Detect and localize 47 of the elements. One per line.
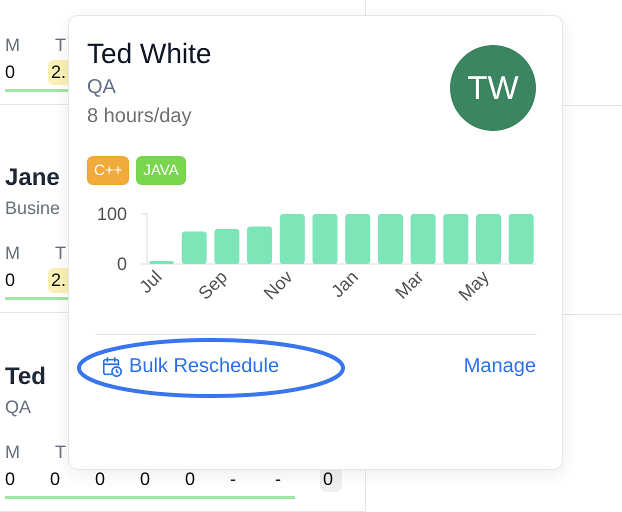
hours-value: 0	[185, 468, 196, 491]
weekday-label: T	[55, 243, 67, 264]
bar	[182, 232, 207, 264]
weekday-label: M	[5, 35, 21, 56]
x-tick-label: Mar	[391, 266, 428, 303]
bar	[508, 214, 534, 264]
hours-value: 0	[95, 468, 106, 491]
weekday-label: M	[5, 442, 21, 463]
person-role: QA	[5, 397, 32, 418]
bar	[312, 214, 338, 264]
hours-value: 0	[5, 269, 16, 292]
hours-value: 0	[140, 468, 152, 491]
bar	[476, 214, 501, 264]
x-tick-label: Jan	[327, 266, 362, 302]
calendar-clock-icon	[101, 356, 123, 378]
manage-link[interactable]: Manage	[464, 355, 536, 378]
x-tick-label: Jul	[135, 266, 166, 298]
person-role: QA	[87, 76, 117, 99]
bar	[345, 214, 370, 264]
weekday-label: M	[5, 243, 21, 264]
bar	[410, 214, 436, 264]
bar	[378, 214, 403, 264]
person-name: Jane	[5, 164, 60, 192]
bar	[443, 214, 468, 264]
skill-tag: JAVA	[136, 156, 186, 185]
bar	[247, 226, 272, 264]
hours-value: 0	[5, 468, 16, 491]
weekday-label: T	[55, 442, 67, 463]
x-tick-label: Nov	[260, 266, 297, 304]
bar	[214, 229, 240, 264]
y-axis	[140, 214, 148, 264]
hours-value: -	[275, 468, 282, 491]
hours-value: -	[230, 468, 237, 491]
y-tick-label: 100	[96, 204, 127, 224]
hours-value: 0	[5, 61, 16, 84]
x-tick-label: May	[454, 266, 493, 305]
bar	[149, 261, 174, 264]
work-hours: 8 hours/day	[87, 105, 193, 128]
avatar: TW	[450, 45, 536, 131]
person-name: Ted	[5, 363, 46, 391]
hours-value: 0	[50, 468, 62, 491]
y-tick-label: 0	[116, 254, 127, 274]
x-tick-label: Sep	[194, 266, 232, 304]
skill-tag: C++	[87, 156, 130, 185]
person-role: Busine	[5, 198, 60, 219]
person-name: Ted White	[87, 38, 212, 70]
bar	[280, 214, 305, 264]
